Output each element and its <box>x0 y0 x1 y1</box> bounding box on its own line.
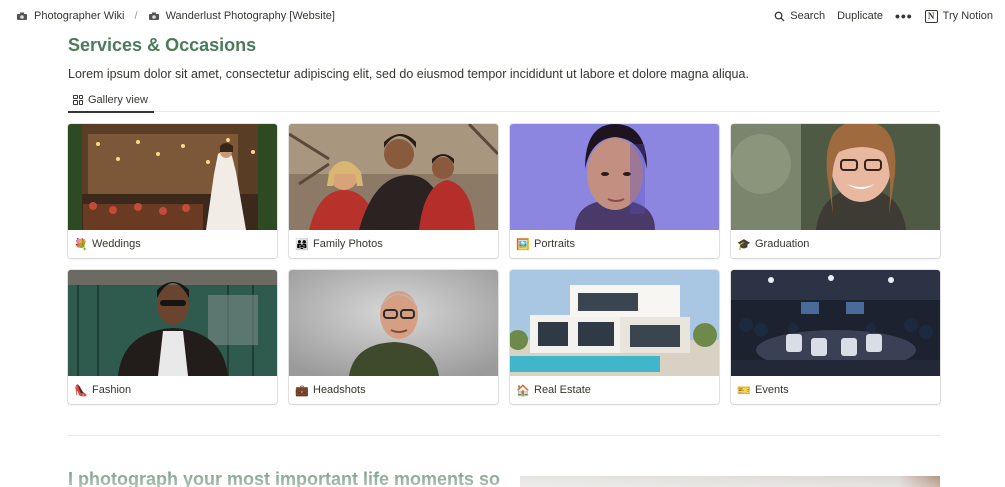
card-title: Fashion <box>92 384 132 396</box>
notion-logo-icon: N <box>924 9 938 23</box>
graduation-cap-icon: 🎓 <box>737 238 751 251</box>
more-options-button[interactable]: ••• <box>895 9 913 23</box>
breadcrumb-label: Photographer Wiki <box>34 10 125 22</box>
gallery-card-real-estate[interactable]: 🏠 Real Estate <box>510 270 719 404</box>
camera-icon <box>148 12 159 20</box>
breadcrumb-separator: / <box>134 10 138 22</box>
duplicate-button[interactable]: Duplicate <box>837 10 883 22</box>
headshot-photo <box>289 270 498 376</box>
tab-gallery-view[interactable]: Gallery view <box>68 88 154 113</box>
page-description: Lorem ipsum dolor sit amet, consectetur … <box>68 67 749 81</box>
view-tabs: Gallery view <box>68 88 940 113</box>
framed-picture-icon: 🖼️ <box>516 238 530 251</box>
page-content: Services & Occasions Lorem ipsum dolor s… <box>68 32 940 113</box>
tab-label: Gallery view <box>88 93 148 106</box>
high-heel-icon: 👠 <box>74 384 88 397</box>
gallery-card-graduation[interactable]: 🎓 Graduation <box>731 124 940 258</box>
search-button[interactable]: Search <box>774 10 825 22</box>
family-photo <box>289 124 498 230</box>
breadcrumb-item-photographer-wiki[interactable]: Photographer Wiki <box>12 8 129 24</box>
card-title: Events <box>755 384 789 396</box>
search-label: Search <box>790 10 826 22</box>
ticket-icon: 🎫 <box>737 384 751 397</box>
house-icon: 🏠 <box>516 384 530 397</box>
card-title: Portraits <box>534 238 575 250</box>
graduation-photo <box>731 124 940 230</box>
fashion-photo <box>68 270 277 376</box>
real-estate-photo <box>510 270 719 376</box>
breadcrumb: Photographer Wiki / Wanderlust Photograp… <box>12 8 339 24</box>
flower-bouquet-icon: 💐 <box>74 238 88 251</box>
events-photo <box>731 270 940 376</box>
wedding-photo <box>68 124 277 230</box>
portrait-photo <box>510 124 719 230</box>
card-title: Weddings <box>92 238 141 250</box>
gallery-grid: 💐 Weddings 👨‍👩‍👧 Family Ph <box>68 124 940 404</box>
gallery-card-family-photos[interactable]: 👨‍👩‍👧 Family Photos <box>289 124 498 258</box>
top-bar: Photographer Wiki / Wanderlust Photograp… <box>0 0 1005 32</box>
gallery-card-events[interactable]: 🎫 Events <box>731 270 940 404</box>
gallery-card-headshots[interactable]: 💼 Headshots <box>289 270 498 404</box>
gallery-card-portraits[interactable]: 🖼️ Portraits <box>510 124 719 258</box>
gallery-grid-icon <box>73 94 83 105</box>
duplicate-label: Duplicate <box>837 10 883 22</box>
gallery-card-weddings[interactable]: 💐 Weddings <box>68 124 277 258</box>
card-title: Headshots <box>313 384 366 396</box>
family-icon: 👨‍👩‍👧 <box>295 238 309 251</box>
try-notion-button[interactable]: N Try Notion <box>924 9 993 23</box>
section-divider <box>68 435 940 436</box>
card-title: Family Photos <box>313 238 383 250</box>
section-image <box>520 476 940 487</box>
breadcrumb-label: Wanderlust Photography [Website] <box>165 10 335 22</box>
try-notion-label: Try Notion <box>942 10 993 22</box>
breadcrumb-item-wanderlust-photography[interactable]: Wanderlust Photography [Website] <box>144 8 339 24</box>
briefcase-icon: 💼 <box>295 384 309 397</box>
camera-icon <box>17 12 27 20</box>
card-title: Real Estate <box>534 384 591 396</box>
card-title: Graduation <box>755 238 810 250</box>
section-heading: I photograph your most important life mo… <box>68 469 501 487</box>
search-icon <box>774 11 785 22</box>
page-title: Services & Occasions <box>68 35 257 55</box>
gallery-card-fashion[interactable]: 👠 Fashion <box>68 270 277 404</box>
